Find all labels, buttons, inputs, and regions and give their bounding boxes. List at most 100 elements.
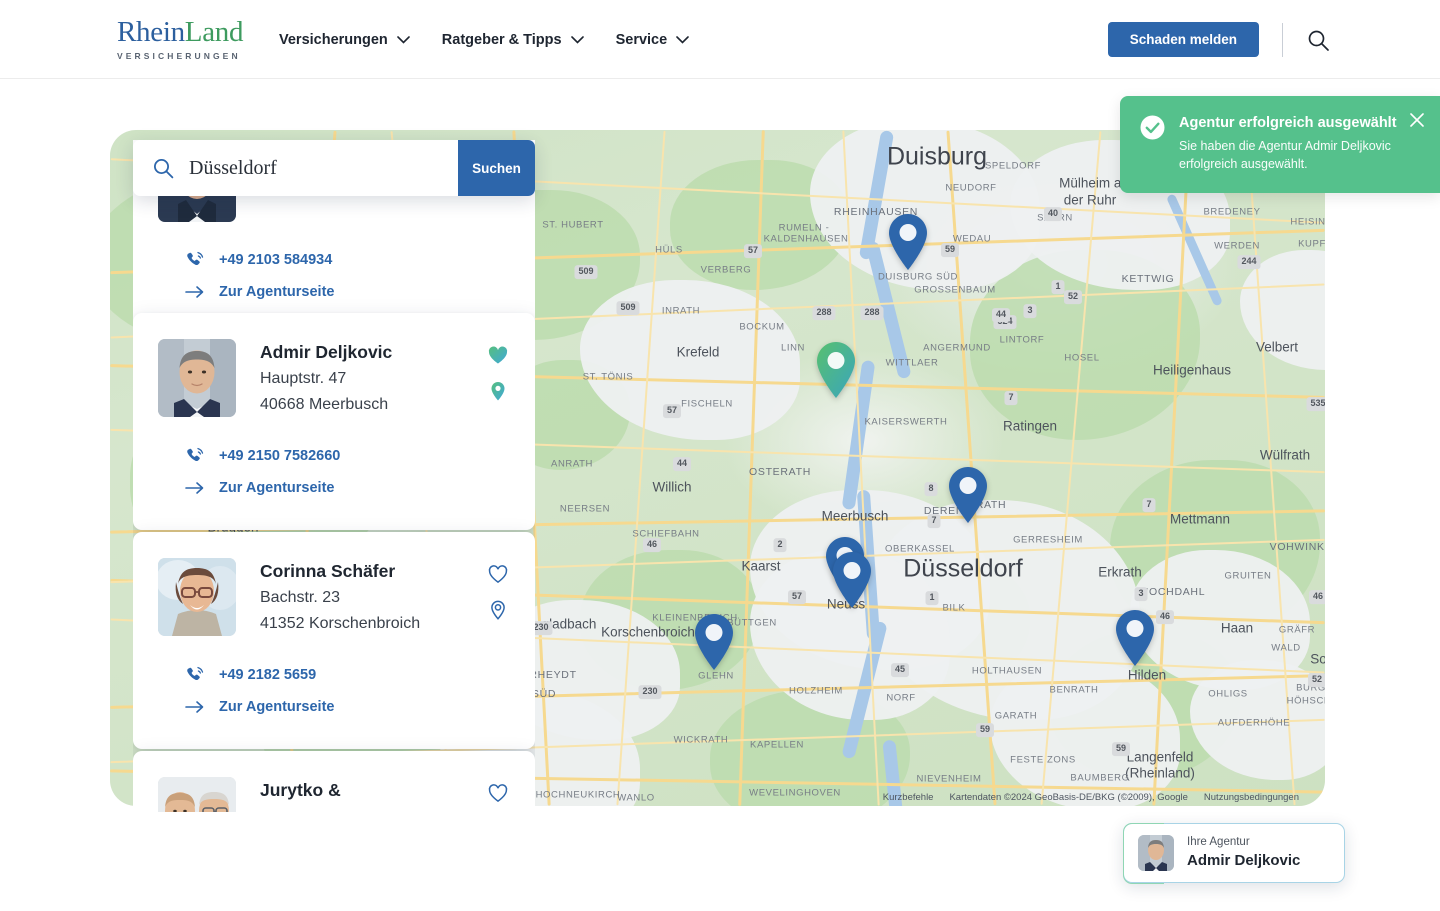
highway-shield: 59 bbox=[975, 723, 995, 737]
map-copyright: Kartendaten ©2024 GeoBasis-DE/BKG (©2009… bbox=[949, 792, 1188, 803]
location-search-bar[interactable]: Suchen bbox=[133, 140, 535, 196]
agency-card-header: Jurytko & bbox=[133, 751, 535, 812]
app-root: RheinLand VERSICHERUNGEN Versicherungen … bbox=[0, 0, 1440, 911]
agency-address-line1: Hauptstr. 47 bbox=[260, 369, 347, 387]
map-pin-selected[interactable] bbox=[813, 340, 859, 400]
heart-outline-icon[interactable] bbox=[487, 782, 509, 804]
highway-shield: 46 bbox=[642, 538, 662, 552]
agency-card-actions bbox=[487, 782, 509, 804]
site-header: RheinLand VERSICHERUNGEN Versicherungen … bbox=[0, 0, 1440, 79]
highway-shield: 52 bbox=[1063, 290, 1083, 304]
logo-part-rhein: Rhein bbox=[117, 16, 185, 48]
avatar bbox=[158, 777, 236, 812]
phone-icon bbox=[185, 665, 205, 685]
highway-shield: 57 bbox=[743, 244, 763, 258]
highway-shield: 3 bbox=[1023, 304, 1037, 318]
agency-card-info: Corinna Schäfer Bachstr. 23 41352 Korsch… bbox=[260, 558, 420, 637]
search-icon[interactable] bbox=[1306, 28, 1330, 52]
map-pin[interactable] bbox=[945, 465, 991, 525]
toast-text: Agentur erfolgreich ausgewählt Sie haben… bbox=[1179, 114, 1420, 173]
map-pin[interactable] bbox=[1112, 608, 1158, 668]
agency-card-jurytko[interactable]: Jurytko & bbox=[133, 751, 535, 812]
arrow-right-icon bbox=[185, 478, 205, 498]
highway-shield: 7 bbox=[927, 514, 941, 528]
search-input[interactable] bbox=[174, 156, 458, 180]
agency-page-label: Zur Agenturseite bbox=[219, 480, 335, 497]
agency-phone-link[interactable]: +49 2103 584934 bbox=[133, 244, 535, 276]
highway-shield: 46 bbox=[1308, 590, 1325, 604]
agency-name: Jurytko & bbox=[260, 780, 341, 800]
map-shortcuts-link[interactable]: Kurzbefehle bbox=[883, 792, 934, 803]
nav-item-service[interactable]: Service bbox=[616, 32, 690, 48]
highway-shield: 3 bbox=[1134, 587, 1148, 601]
agency-page-label: Zur Agenturseite bbox=[219, 284, 335, 300]
agency-phone-link[interactable]: +49 2150 7582660 bbox=[133, 440, 535, 472]
agency-card-actions bbox=[487, 344, 509, 402]
map-pin[interactable] bbox=[691, 612, 737, 672]
close-icon[interactable] bbox=[1410, 113, 1424, 127]
selected-agency-badge[interactable]: Ihre Agentur Admir Deljkovic bbox=[1122, 822, 1345, 884]
success-toast: Agentur erfolgreich ausgewählt Sie haben… bbox=[1120, 96, 1440, 194]
highway-shield: 46 bbox=[1155, 610, 1175, 624]
agency-page-link[interactable]: Zur Agenturseite bbox=[133, 276, 535, 308]
main-nav: Versicherungen Ratgeber & Tipps Service bbox=[279, 0, 689, 79]
search-icon bbox=[152, 157, 174, 179]
map-terms-link[interactable]: Nutzungsbedingungen bbox=[1204, 792, 1299, 803]
map-pin[interactable] bbox=[885, 212, 931, 272]
highway-shield: 7 bbox=[1142, 498, 1156, 512]
highway-shield: 7 bbox=[1004, 391, 1018, 405]
agency-page-link[interactable]: Zur Agenturseite bbox=[133, 691, 535, 723]
heart-filled-icon[interactable] bbox=[487, 344, 509, 366]
nav-label: Versicherungen bbox=[279, 31, 388, 48]
agency-card-info: Jurytko & bbox=[260, 777, 341, 812]
agency-card-info: Admir Deljkovic Hauptstr. 47 40668 Meerb… bbox=[260, 339, 392, 418]
agency-phone: +49 2182 5659 bbox=[219, 667, 317, 684]
highway-shield: 59 bbox=[940, 243, 960, 257]
highway-shield: 288 bbox=[812, 306, 836, 320]
chevron-down-icon bbox=[676, 35, 689, 44]
agency-address-line1: Bachstr. 23 bbox=[260, 588, 341, 606]
avatar bbox=[158, 339, 236, 417]
agency-card-header: Corinna Schäfer Bachstr. 23 41352 Korsch… bbox=[133, 532, 535, 637]
brand-logo[interactable]: RheinLand VERSICHERUNGEN bbox=[117, 18, 243, 61]
nav-item-versicherungen[interactable]: Versicherungen bbox=[279, 32, 410, 48]
badge-agency-name: Admir Deljkovic bbox=[1187, 851, 1301, 869]
agency-phone: +49 2103 584934 bbox=[219, 252, 333, 268]
search-submit-button[interactable]: Suchen bbox=[458, 140, 535, 196]
badge-text: Ihre Agentur Admir Deljkovic bbox=[1187, 835, 1300, 871]
map-pin[interactable] bbox=[829, 550, 875, 610]
agency-page-link[interactable]: Zur Agenturseite bbox=[133, 472, 535, 504]
badge-kicker: Ihre Agentur bbox=[1187, 835, 1250, 848]
report-claim-button[interactable]: Schaden melden bbox=[1107, 22, 1259, 57]
highway-shield: 288 bbox=[860, 306, 884, 320]
header-divider bbox=[1282, 22, 1283, 57]
logo-part-land: Land bbox=[184, 16, 244, 48]
avatar bbox=[1138, 835, 1174, 871]
agency-card-corinna-schaefer[interactable]: Corinna Schäfer Bachstr. 23 41352 Korsch… bbox=[133, 532, 535, 750]
arrow-right-icon bbox=[185, 282, 205, 302]
logo-subtitle: VERSICHERUNGEN bbox=[117, 51, 241, 61]
heart-outline-icon[interactable] bbox=[487, 563, 509, 585]
highway-shield: 52 bbox=[1307, 673, 1325, 687]
highway-shield: 509 bbox=[616, 301, 640, 315]
phone-icon bbox=[185, 446, 205, 466]
highway-shield: 535 bbox=[1306, 397, 1325, 411]
toast-body: Sie haben die Agentur Admir Deljkovic er… bbox=[1179, 138, 1391, 171]
agency-results-list[interactable]: +49 2103 584934 Zur Agenturseite Admir D… bbox=[133, 140, 535, 812]
agency-phone-link[interactable]: +49 2182 5659 bbox=[133, 659, 535, 691]
agency-card-admir-deljkovic[interactable]: Admir Deljkovic Hauptstr. 47 40668 Meerb… bbox=[133, 313, 535, 531]
highway-shield: 1 bbox=[925, 591, 939, 605]
highway-shield: 1 bbox=[1051, 280, 1065, 294]
map-pin-outline-icon[interactable] bbox=[487, 599, 509, 621]
agency-card-actions bbox=[487, 563, 509, 621]
agency-page-label: Zur Agenturseite bbox=[219, 699, 335, 716]
nav-item-ratgeber-tipps[interactable]: Ratgeber & Tipps bbox=[442, 32, 584, 48]
logo-wordmark: RheinLand bbox=[117, 18, 243, 47]
agency-address-line2: 41352 Korschenbroich bbox=[260, 615, 421, 633]
nav-label: Ratgeber & Tipps bbox=[441, 31, 562, 48]
agency-card-links: +49 2150 7582660 Zur Agenturseite bbox=[133, 418, 535, 530]
map-pin-filled-icon[interactable] bbox=[487, 380, 509, 402]
chevron-down-icon bbox=[570, 35, 584, 44]
highway-shield: 8 bbox=[924, 482, 938, 496]
chevron-down-icon bbox=[396, 35, 410, 44]
